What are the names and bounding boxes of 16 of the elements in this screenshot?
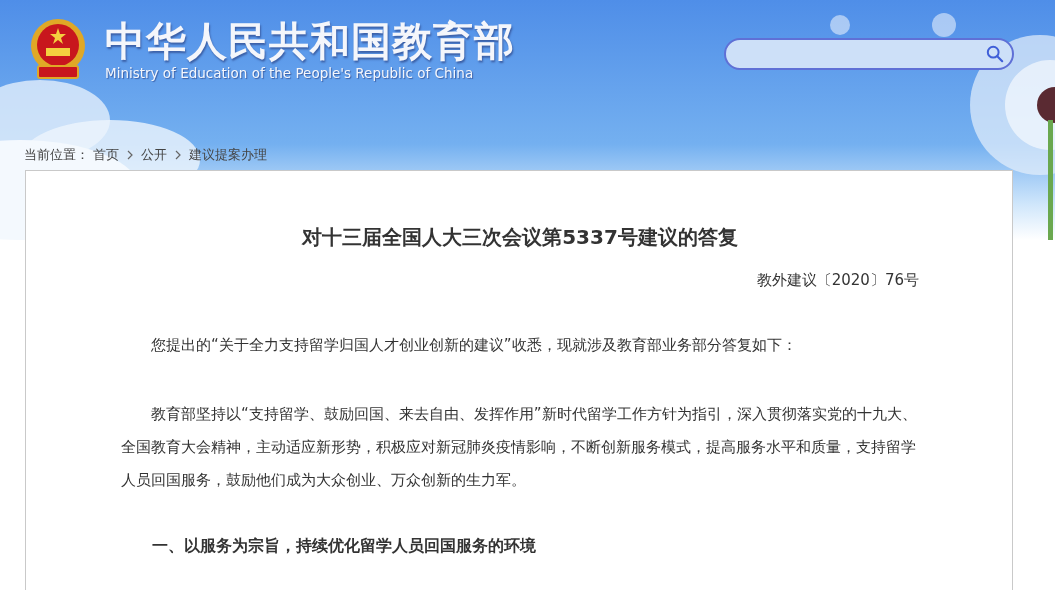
paragraph: 教育部坚持以“支持留学、鼓励回国、来去自由、发挥作用”新时代留学工作方针为指引，深入贯彻落实党的十九大、全国教育大会精神，主动适应新形势，积极应对新冠肺炎疫情影响，不断创新服务模式，提高服务水平和质量，支持留学人员回国服务，鼓励他们成为大众创业、万众创新的生力军。 xyxy=(121,404,918,491)
search-icon[interactable] xyxy=(986,45,1004,63)
document-number: 教外建议〔2020〕76号 xyxy=(755,270,919,291)
chevron-icon xyxy=(174,149,182,161)
chevron-icon xyxy=(126,149,134,161)
breadcrumb-label: 当前位置： xyxy=(24,146,89,164)
section-heading: 一、以服务为宗旨，持续优化留学人员回国服务的环境 xyxy=(151,536,537,557)
site-subtitle: Ministry of Education of the People's Republic of China xyxy=(105,64,475,82)
article-title: 对十三届全国人大三次会议第5337号建议的答复 xyxy=(300,224,739,251)
breadcrumb-link[interactable]: 建议提案办理 xyxy=(189,146,267,164)
paragraph: 您提出的“关于全力支持留学归国人才创业创新的建议”收悉，现就涉及教育部业务部分答复如下： xyxy=(150,335,798,356)
emblem-icon xyxy=(28,18,88,82)
site-title: 中华人民共和国教育部 xyxy=(105,18,515,64)
breadcrumb-link[interactable]: 公开 xyxy=(141,146,167,164)
search-field[interactable] xyxy=(724,38,1014,70)
breadcrumb-link[interactable]: 首页 xyxy=(93,146,119,164)
